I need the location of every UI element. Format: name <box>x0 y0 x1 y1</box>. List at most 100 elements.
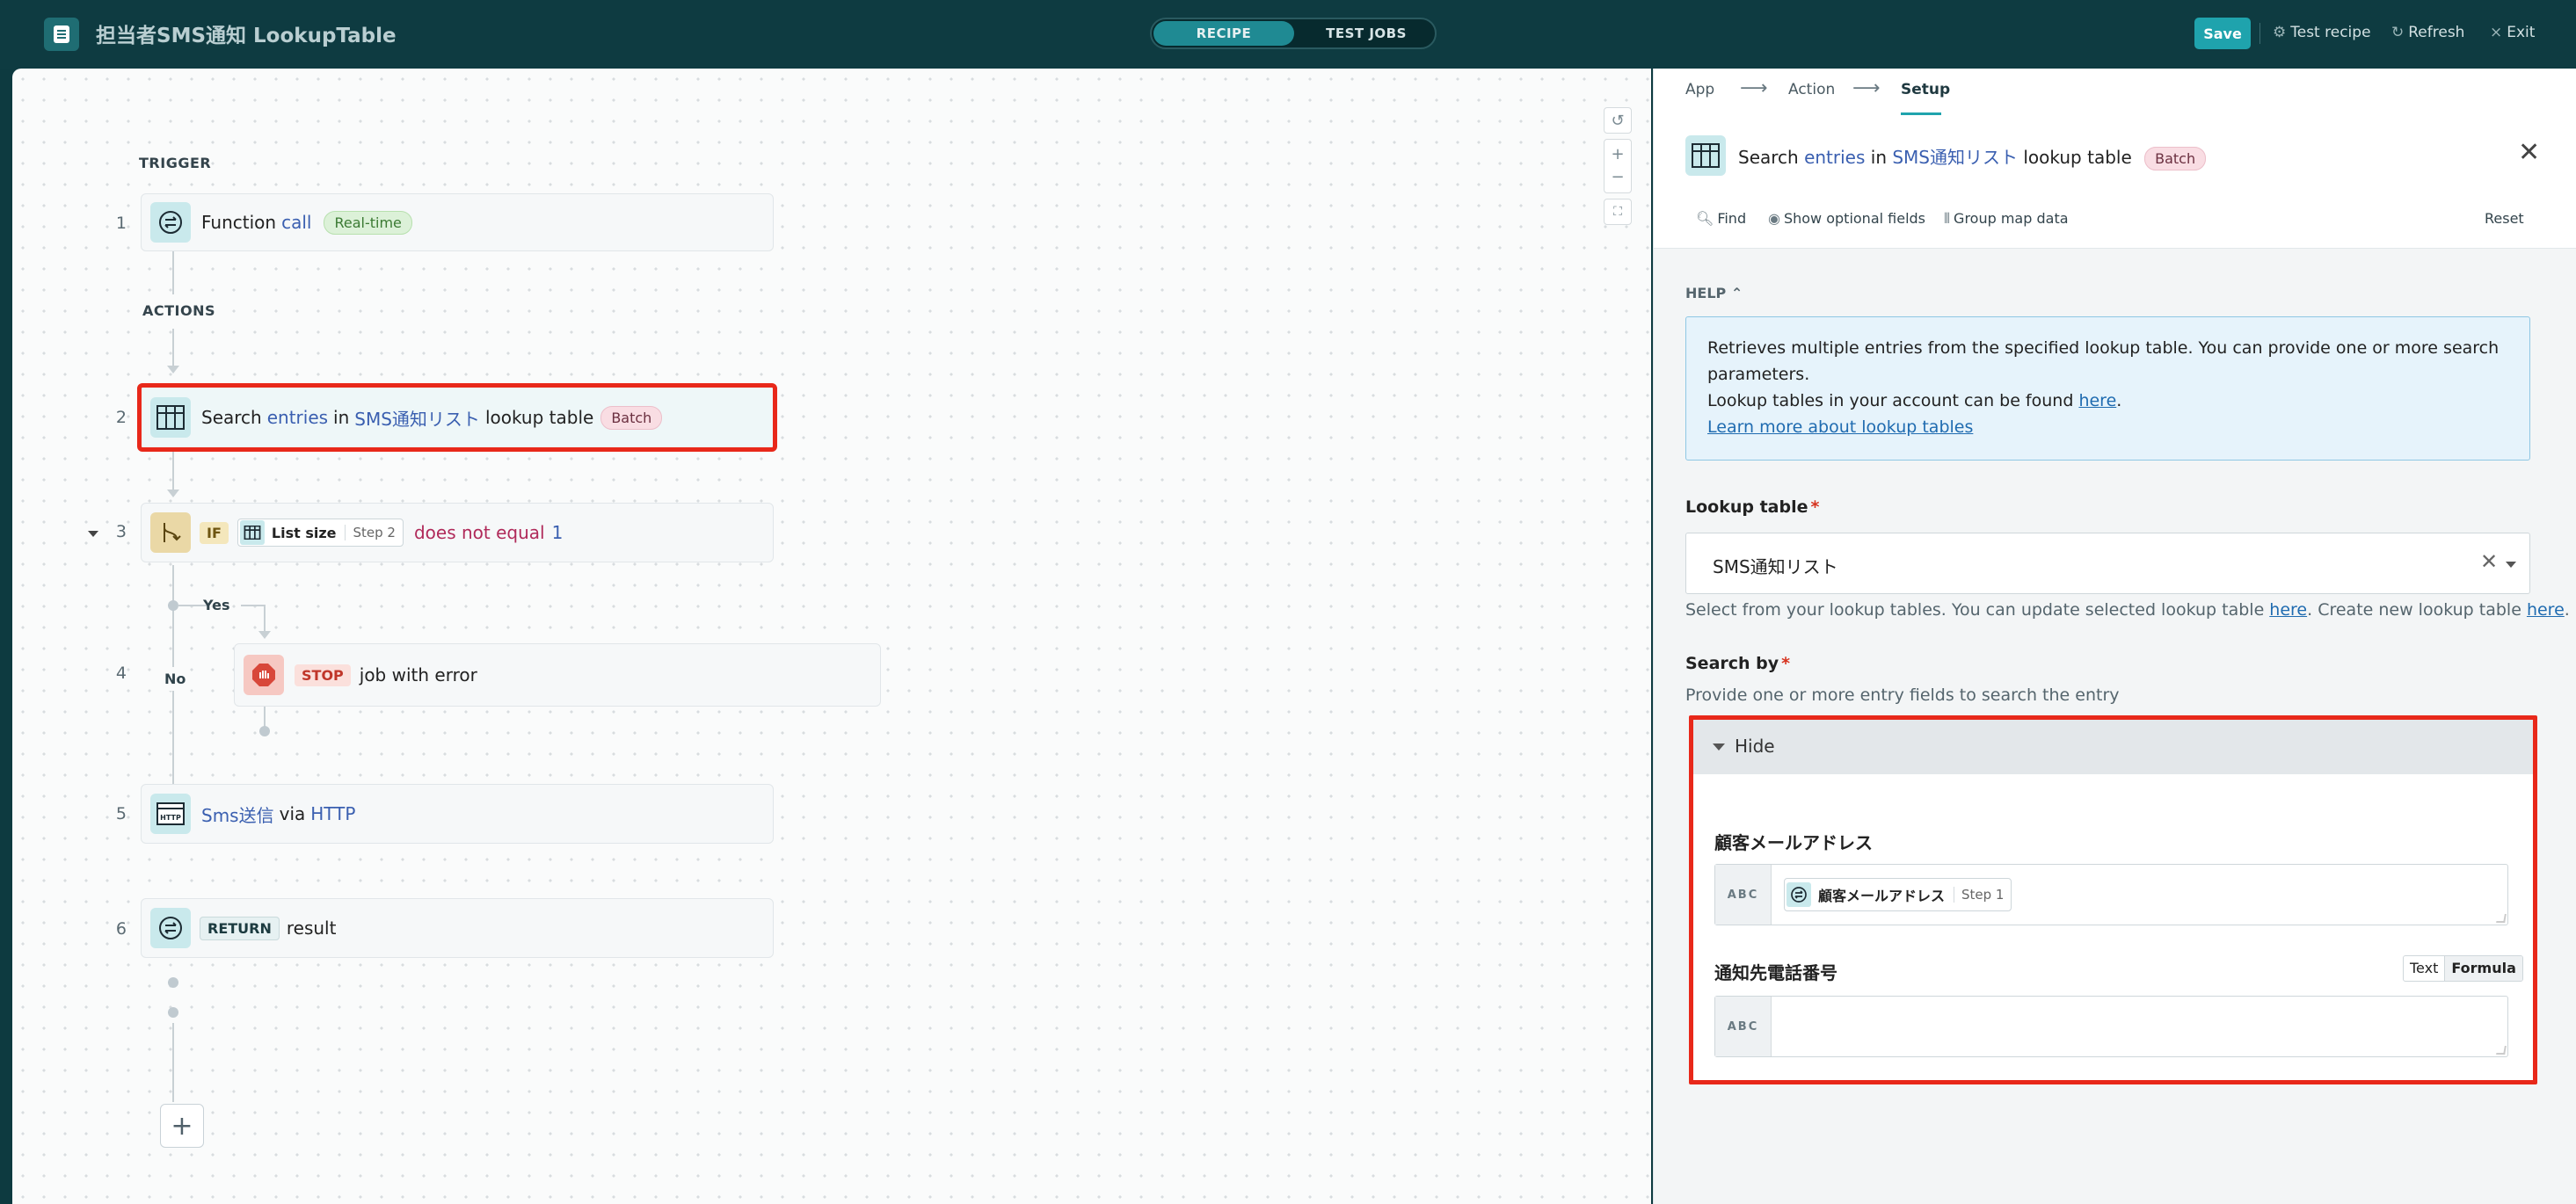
close-icon: × <box>2490 24 2503 41</box>
active-crumb-underline <box>1901 112 1941 115</box>
help-box: Retrieves multiple entries from the spec… <box>1685 316 2530 461</box>
crumb-app[interactable]: App <box>1685 81 1714 98</box>
connector-arrow <box>258 631 271 639</box>
zoom-out-icon[interactable]: − <box>1611 166 1624 189</box>
customer-email-input[interactable]: ABC 顧客メールアドレス Step 1 <box>1714 864 2508 925</box>
action-word: Search <box>1738 146 1799 168</box>
search-by-label: Search by * <box>1685 654 1790 673</box>
find-button[interactable]: 🔍︎ Find <box>1696 210 1746 227</box>
hide-label: Hide <box>1735 736 1775 757</box>
add-step-button[interactable]: + <box>160 1104 204 1148</box>
zoom-in-icon[interactable]: + <box>1611 143 1624 166</box>
action-link[interactable]: SMS通知リスト <box>1892 147 2018 168</box>
hide-fields-toggle[interactable]: Hide <box>1693 720 2533 774</box>
crumb-setup[interactable]: Setup <box>1901 81 1950 98</box>
table-icon <box>150 397 191 438</box>
show-optional-fields-button[interactable]: ◉ Show optional fields <box>1768 210 1925 227</box>
phone-number-input[interactable]: ABC <box>1714 996 2508 1057</box>
step-2-search-lookup-table[interactable]: Search entries in SMS通知リスト lookup table … <box>137 383 777 452</box>
step-1-function-call[interactable]: Function call Real-time <box>141 193 774 251</box>
formula-mode-button[interactable]: Formula <box>2444 956 2522 981</box>
create-table-link[interactable]: here <box>2527 600 2565 620</box>
step-text: in <box>333 407 350 428</box>
recipe-title[interactable]: 担当者SMS通知 LookupTable <box>96 18 397 48</box>
connector <box>172 1023 174 1102</box>
group-map-data-button[interactable]: ⦀ Group map data <box>1944 210 2069 228</box>
connector <box>172 329 174 366</box>
step-3-if-condition[interactable]: IF List size Step 2 does not equal 1 <box>141 503 774 562</box>
help-text: Lookup tables in your account can be fou… <box>1707 388 2508 414</box>
svg-text:HTTP: HTTP <box>160 814 181 822</box>
exit-label: Exit <box>2507 24 2536 41</box>
table-icon <box>239 520 265 545</box>
step-5-http[interactable]: HTTP Sms送信 via HTTP <box>141 784 774 844</box>
connector <box>241 605 266 606</box>
actions-section-label: ACTIONS <box>142 302 216 319</box>
recipe-canvas[interactable]: ↺ + − ⛶ TRIGGER ACTIONS Yes No 1 Functio… <box>12 69 1651 1204</box>
datapill-step: Step 2 <box>345 525 396 540</box>
help-text-part: . <box>2116 391 2122 410</box>
chevron-down-icon[interactable] <box>2506 562 2516 568</box>
step-text: via <box>279 803 306 824</box>
required-marker: * <box>1810 497 1820 517</box>
arrow-right-icon: ⟶ <box>1740 77 1768 99</box>
step-link[interactable]: SMS通知リスト <box>354 405 480 431</box>
step-4-stop-job[interactable]: STOP job with error <box>234 643 881 707</box>
step-link[interactable]: call <box>281 212 311 233</box>
resize-handle[interactable] <box>2496 914 2507 923</box>
crumb-action[interactable]: Action <box>1788 81 1835 98</box>
connector-arrow <box>167 366 179 374</box>
help-text: Retrieves multiple entries from the spec… <box>1707 338 2500 358</box>
batch-badge: Batch <box>2144 146 2207 170</box>
tab-test-jobs[interactable]: TEST JOBS <box>1296 21 1437 46</box>
datapill-customer-email[interactable]: 顧客メールアドレス Step 1 <box>1784 878 2012 911</box>
connector <box>172 448 174 492</box>
datapill-list-size[interactable]: List size Step 2 <box>236 519 404 547</box>
close-panel-icon[interactable]: ✕ <box>2518 137 2540 168</box>
step-number: 2 <box>115 408 127 427</box>
learn-more-link[interactable]: Learn more about lookup tables <box>1707 417 1973 437</box>
help-here-link[interactable]: here <box>2078 391 2116 410</box>
lookup-table-select[interactable]: SMS通知リスト ✕ <box>1685 533 2530 594</box>
function-call-icon <box>150 202 191 243</box>
step-link[interactable]: entries <box>267 407 328 428</box>
step-link[interactable]: Sms送信 <box>201 801 274 827</box>
save-button[interactable]: Save <box>2194 18 2251 49</box>
find-label: Find <box>1717 210 1747 227</box>
if-tag: IF <box>200 521 229 544</box>
refresh-button[interactable]: ↻ Refresh <box>2391 24 2464 41</box>
panel-header: App ⟶ Action ⟶ Setup Search entries in S… <box>1654 69 2576 249</box>
refresh-icon: ↻ <box>2391 24 2405 41</box>
refresh-label: Refresh <box>2408 24 2465 41</box>
step-number: 6 <box>115 919 127 939</box>
input-mode-toggle: Text Formula <box>2403 955 2523 982</box>
select-value: SMS通知リスト <box>1713 556 1838 577</box>
fit-to-screen-icon[interactable]: ⛶ <box>1604 199 1632 225</box>
step-6-return[interactable]: RETURN result <box>141 898 774 958</box>
step-link[interactable]: HTTP <box>310 803 355 824</box>
trigger-section-label: TRIGGER <box>139 155 212 171</box>
return-tag: RETURN <box>200 916 280 940</box>
step-text: result <box>286 918 337 939</box>
recipe-document-icon <box>44 18 79 51</box>
action-link[interactable]: entries <box>1804 147 1865 168</box>
optional-fields-label: Show optional fields <box>1783 210 1926 227</box>
field-customer-email-label: 顧客メールアドレス <box>1714 832 1873 853</box>
reset-button[interactable]: Reset <box>2485 210 2524 227</box>
action-text: lookup table <box>2023 146 2132 168</box>
text-mode-button[interactable]: Text <box>2404 956 2444 981</box>
clear-icon[interactable]: ✕ <box>2480 549 2498 574</box>
batch-badge: Batch <box>600 405 663 430</box>
branch-yes-label: Yes <box>203 597 230 613</box>
help-toggle[interactable]: HELP ⌃ <box>1685 285 1743 301</box>
resize-handle[interactable] <box>2496 1046 2507 1055</box>
tab-recipe[interactable]: RECIPE <box>1153 21 1294 46</box>
exit-button[interactable]: × Exit <box>2490 24 2535 41</box>
test-recipe-button[interactable]: ⚙ Test recipe <box>2273 24 2371 41</box>
help-text-part: Lookup tables in your account can be fou… <box>1707 391 2079 410</box>
step-config-panel: App ⟶ Action ⟶ Setup Search entries in S… <box>1653 69 2576 1204</box>
update-table-link[interactable]: here <box>2269 600 2307 620</box>
reset-zoom-icon[interactable]: ↺ <box>1604 107 1632 134</box>
help-text: parameters. <box>1707 365 1810 384</box>
step-action-word: Search <box>201 407 262 428</box>
